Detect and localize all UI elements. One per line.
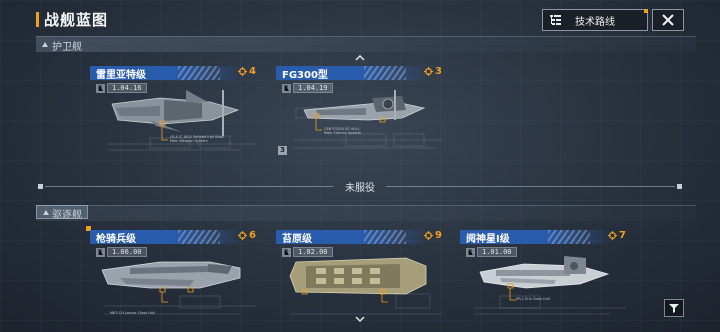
ship-count-value: 6: [249, 230, 256, 241]
ship-card-header: FG300型: [276, 66, 428, 81]
ship-count: 9: [424, 230, 442, 241]
svg-text:Main Weapon System: Main Weapon System: [170, 139, 208, 143]
header-stripes: [364, 230, 406, 244]
blueprint-doc-icon: [466, 247, 475, 257]
divider-line: [386, 186, 675, 187]
header-stripes: [364, 66, 406, 80]
ship-count-value: 9: [435, 230, 442, 241]
chevron-up-icon[interactable]: [355, 55, 365, 61]
ship-meta: 1.01.00: [466, 247, 517, 257]
ship-count-value: 7: [619, 230, 626, 241]
ship-level-badge: 3: [278, 146, 287, 155]
divider-dot: [677, 184, 682, 189]
ship-meta: 1.04.16: [96, 83, 147, 93]
collapse-triangle-icon: [43, 210, 49, 215]
tech-route-button[interactable]: 技术路线: [542, 9, 648, 31]
filter-button[interactable]: [664, 299, 684, 317]
ship-count: 6: [238, 230, 256, 241]
blueprint-doc-icon: [96, 83, 105, 93]
ship-count-icon: [238, 231, 248, 240]
ship-meta-value: 1.04.16: [107, 83, 147, 93]
section-header-escort[interactable]: 护卫舰: [36, 36, 696, 53]
not-in-service-divider: 未服役: [36, 179, 684, 194]
ship-card-escort-2[interactable]: CEN FG300 SS HULL Main Cannon System FG3…: [276, 66, 442, 156]
ship-meta-value: 1.06.00: [107, 247, 147, 257]
new-indicator: [644, 9, 648, 13]
svg-text:ER-1 Eris Class Hull: ER-1 Eris Class Hull: [516, 297, 550, 301]
ship-count-value: 4: [249, 66, 256, 77]
ship-count-icon: [608, 231, 618, 240]
ship-count: 4: [238, 66, 256, 77]
svg-text:MK3 CH Lancer Class Hull: MK3 CH Lancer Class Hull: [110, 311, 155, 315]
header-stripes: [548, 230, 590, 244]
ship-card-header: 雷里亚特级: [90, 66, 242, 81]
ship-count-value: 3: [435, 66, 442, 77]
ship-count: 3: [424, 66, 442, 77]
header-stripes: [178, 66, 220, 80]
ship-name: 雷里亚特级: [96, 70, 146, 81]
chevron-down-icon[interactable]: [355, 316, 365, 322]
ship-count-icon: [424, 67, 434, 76]
ship-meta-value: 1.04.19: [293, 83, 333, 93]
ship-card-destroyer-2[interactable]: 苔原级 9 1.02.00: [276, 230, 442, 320]
ship-card-destroyer-1[interactable]: MK3 CH Lancer Class Hull 枪骑兵级 6 1.06.00: [86, 226, 256, 320]
section-label-escort: 护卫舰: [52, 42, 82, 53]
ship-name: 枪骑兵级: [96, 234, 136, 245]
ship-meta: 1.06.00: [96, 247, 147, 257]
ship-card-escort-1[interactable]: LR-4 IT-1800 Refined Iron Base Main Weap…: [90, 66, 256, 156]
ship-card-destroyer-3[interactable]: ER-1 Eris Class Hull 阋神星I级 7 1.01.00: [460, 230, 626, 320]
close-icon: [662, 14, 674, 26]
collapse-triangle-icon: [42, 42, 48, 47]
section-header-destroyer[interactable]: 驱逐舰: [36, 205, 88, 221]
ship-meta-value: 1.02.00: [293, 247, 333, 257]
blueprint-doc-icon: [282, 247, 291, 257]
title-bar: 战舰蓝图 技术路线: [0, 0, 720, 38]
ship-count-icon: [424, 231, 434, 240]
section-label-destroyer: 驱逐舰: [52, 210, 82, 221]
ship-meta: 1.04.19: [282, 83, 333, 93]
title-accent-bar: [36, 12, 39, 27]
divider-dot: [38, 184, 43, 189]
close-button[interactable]: [652, 9, 684, 31]
blueprint-doc-icon: [282, 83, 291, 93]
header-stripes: [178, 230, 220, 244]
page-title: 战舰蓝图: [44, 11, 109, 29]
ship-name: FG300型: [282, 70, 328, 81]
svg-text:Main Cannon System: Main Cannon System: [324, 131, 362, 135]
ship-card-header: 枪骑兵级: [90, 230, 242, 245]
tech-tree-icon: [550, 15, 561, 25]
ship-count-icon: [238, 67, 248, 76]
ship-card-header: 苔原级: [276, 230, 428, 245]
ship-card-header: 阋神星I级: [460, 230, 612, 245]
section-header-destroyer-bg: [36, 205, 696, 221]
ship-name: 阋神星I级: [466, 234, 510, 245]
tech-route-label: 技术路线: [575, 16, 615, 28]
not-in-service-label: 未服役: [345, 183, 375, 194]
ship-meta-value: 1.01.00: [477, 247, 517, 257]
ship-name: 苔原级: [282, 234, 312, 245]
ship-count: 7: [608, 230, 626, 241]
blueprint-doc-icon: [96, 247, 105, 257]
filter-icon: [669, 304, 679, 313]
divider-line: [45, 186, 333, 187]
ship-meta: 1.02.00: [282, 247, 333, 257]
